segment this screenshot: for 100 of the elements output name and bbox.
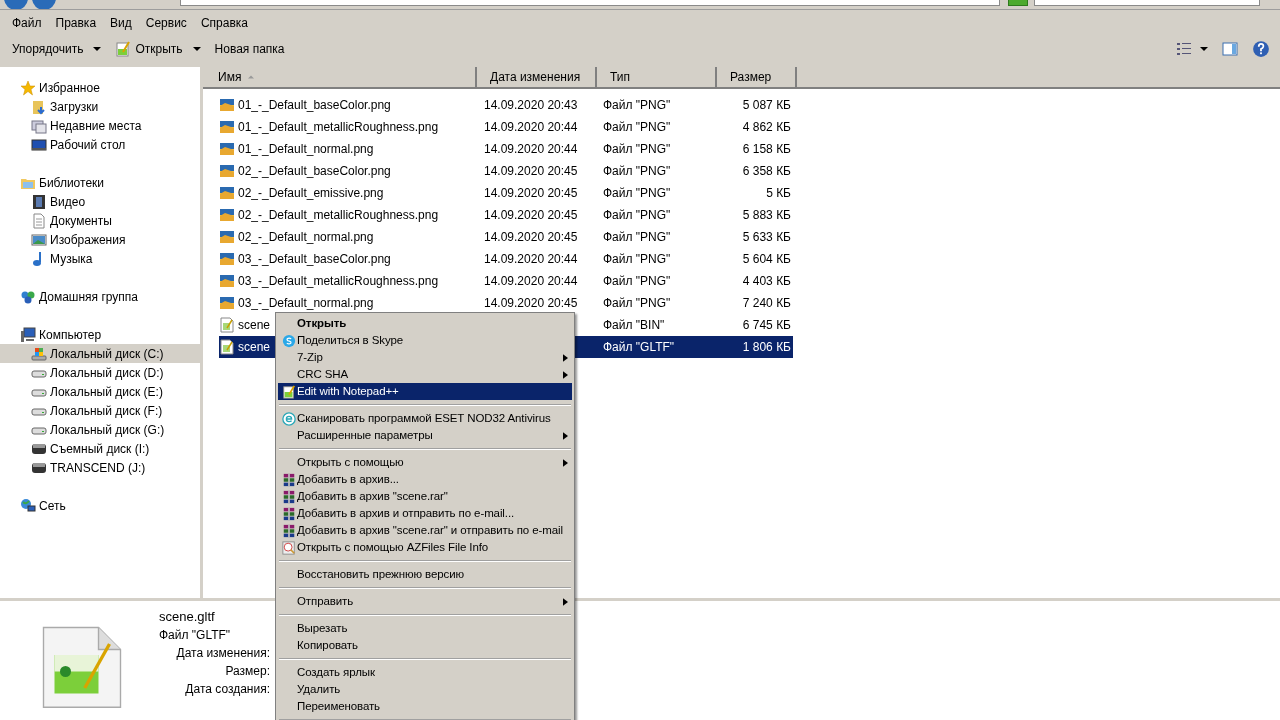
column-header[interactable]: Имя (205, 67, 477, 87)
film-icon (31, 193, 47, 210)
menu-item[interactable]: Сервис (140, 13, 192, 33)
document-file-icon (219, 339, 235, 355)
file-date: 14.09.2020 20:45 (484, 230, 578, 244)
file-date: 14.09.2020 20:44 (484, 142, 578, 156)
navigation-item[interactable]: Недавние места (0, 116, 200, 135)
image-file-icon (219, 185, 235, 201)
menu-item[interactable]: Поделиться в Skype (278, 332, 572, 349)
column-header[interactable]: Тип (597, 67, 717, 87)
navigation-item[interactable]: Видео (0, 192, 200, 211)
file-name: 02_-_Default_emissive.png (238, 185, 384, 202)
submenu-arrow-icon (563, 597, 568, 606)
toolbar-button[interactable]: Новая папка (208, 37, 291, 60)
menu-item[interactable]: Расширенные параметры (278, 427, 572, 444)
file-name: 01_-_Default_normal.png (238, 141, 374, 158)
menu-item[interactable]: Добавить в архив "scene.rar" и отправить по e-mail (278, 522, 572, 539)
toolbar-button[interactable]: Открыть (109, 37, 207, 60)
books-archive-icon (281, 472, 296, 487)
system-drive-icon (31, 345, 47, 362)
navigation-item[interactable]: Документы (0, 211, 200, 230)
file-size: 7 240 КБ (742, 296, 791, 310)
file-name: scene (238, 339, 271, 356)
column-header[interactable]: Дата изменения (477, 67, 597, 87)
menu-item[interactable]: Переименовать (278, 698, 572, 715)
image-file-icon (219, 119, 235, 135)
downloads-folder-icon (31, 98, 47, 115)
file-name: 03_-_Default_baseColor.png (238, 251, 391, 268)
menu-item[interactable]: Открыть (278, 315, 572, 332)
menu-item[interactable]: Восстановить прежнюю версию (278, 566, 572, 583)
menu-item[interactable]: Edit with Notepad++ (278, 383, 572, 400)
navigation-item[interactable]: Изображения (0, 230, 200, 249)
menu-item[interactable]: Открыть с помощью AZFiles File Info (278, 539, 572, 556)
menu-item[interactable]: 7-Zip (278, 349, 572, 366)
property-label: Размер: (225, 663, 270, 680)
magnifier-file-icon (281, 540, 296, 555)
menu-item[interactable]: Вырезать (278, 620, 572, 637)
desktop-icon (31, 136, 47, 153)
menu-item[interactable]: Справка (195, 13, 253, 33)
file-type: Файл "PNG" (603, 230, 671, 244)
menu-item[interactable]: Файл (7, 13, 47, 33)
navigation-item[interactable]: Локальный диск (D:) (0, 363, 200, 382)
file-type: Файл "PNG" (603, 296, 671, 310)
column-header[interactable]: Размер (717, 67, 797, 87)
skype-icon (281, 333, 296, 348)
navigation-item[interactable]: Локальный диск (G:) (0, 420, 200, 439)
menu-item[interactable]: Копировать (278, 637, 572, 654)
menu-item[interactable]: Сканировать программой ESET NOD32 Antivirus (278, 410, 572, 427)
navigation-group[interactable]: Библиотеки (0, 173, 200, 192)
navigation-item[interactable]: Загрузки (0, 97, 200, 116)
navigation-item[interactable]: Локальный диск (E:) (0, 382, 200, 401)
file-type: Файл "PNG" (603, 120, 671, 134)
file-type: Файл "PNG" (603, 274, 671, 288)
image-file-icon (219, 273, 235, 289)
books-archive-icon (281, 489, 296, 504)
preview-pane-icon (1222, 40, 1238, 57)
navigation-group[interactable]: Домашняя группа (0, 287, 200, 306)
sort-arrow-icon (247, 73, 256, 81)
image-file-icon (219, 141, 235, 157)
navigation-group[interactable]: Сеть (0, 496, 200, 515)
image-file-icon (219, 163, 235, 179)
file-name: scene.gltf (159, 608, 216, 626)
image-file-icon (219, 97, 235, 113)
navigation-item[interactable]: Музыка (0, 249, 200, 268)
menu-item[interactable]: Добавить в архив... (278, 471, 572, 488)
file-type: Файл "PNG" (603, 186, 671, 200)
file-size: 4 403 КБ (742, 274, 791, 288)
image-file-icon (219, 207, 235, 223)
file-size: 6 158 КБ (742, 142, 791, 156)
file-type: Файл "GLTF" (603, 340, 675, 354)
toolbar-button[interactable]: Упорядочить (6, 37, 108, 60)
navigation-item[interactable]: Локальный диск (C:) (0, 344, 200, 363)
navigation-item[interactable]: Съемный диск (I:) (0, 439, 200, 458)
file-type: Файл "GLTF" (159, 627, 232, 644)
menu-item[interactable]: Добавить в архив "scene.rar" (278, 488, 572, 505)
file-size: 6 745 КБ (742, 318, 791, 332)
file-name: 02_-_Default_metallicRoughness.png (238, 207, 439, 224)
menu-item[interactable]: Правка (50, 13, 102, 33)
navigation-item[interactable]: Рабочий стол (0, 135, 200, 154)
navigation-group[interactable]: Избранное (0, 78, 200, 97)
menu-item[interactable]: CRC SHA (278, 366, 572, 383)
file-size: 5 КБ (766, 186, 791, 200)
file-name: 01_-_Default_metallicRoughness.png (238, 119, 439, 136)
menu-item[interactable]: Отправить (278, 593, 572, 610)
file-size: 5 633 КБ (742, 230, 791, 244)
dropdown-caret-icon (1200, 46, 1208, 51)
menu-item[interactable]: Открыть с помощью (278, 454, 572, 471)
navigation-group[interactable]: Компьютер (0, 325, 200, 344)
file-size: 5 087 КБ (742, 98, 791, 112)
menu-item[interactable]: Вид (105, 13, 137, 33)
menu-item[interactable]: Добавить в архив и отправить по e-mail... (278, 505, 572, 522)
menu-item[interactable]: Создать ярлык (278, 664, 572, 681)
document-icon (31, 212, 47, 229)
menu-item[interactable]: Удалить (278, 681, 572, 698)
navigation-item[interactable]: TRANSCEND (J:) (0, 458, 200, 477)
dropdown-caret-icon (93, 46, 102, 51)
file-date: 14.09.2020 20:45 (484, 186, 578, 200)
navigation-item[interactable]: Локальный диск (F:) (0, 401, 200, 420)
network-icon (20, 497, 36, 514)
file-name: scene (238, 317, 271, 334)
